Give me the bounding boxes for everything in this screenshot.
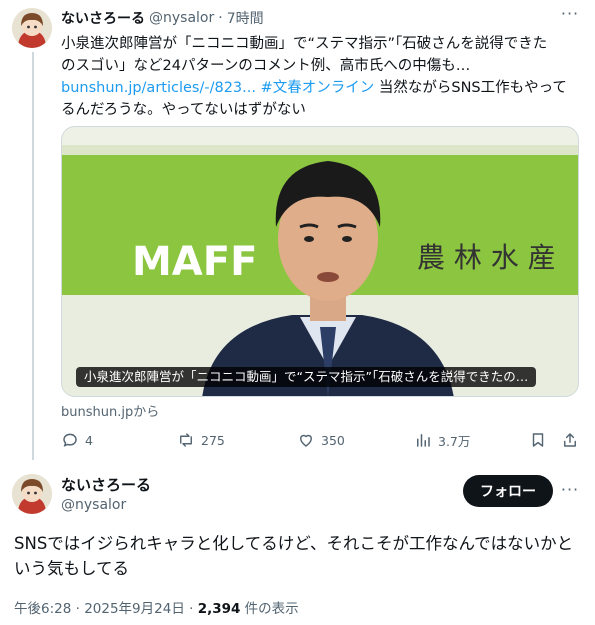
tweet-header: ないさろーる @nysalor · 7時間 xyxy=(61,8,264,28)
card-image: MAFF 農 林 水 産 xyxy=(62,127,578,396)
repost-count: 275 xyxy=(201,432,225,448)
hashtag-link[interactable]: #文春オンライン xyxy=(261,80,375,96)
avatar-image xyxy=(12,8,52,48)
user-handle[interactable]: @nysalor xyxy=(61,497,126,513)
reply-icon xyxy=(63,433,77,447)
view-count: 2,394 xyxy=(197,601,241,617)
follow-button[interactable]: フォロー xyxy=(463,475,553,507)
like-button[interactable]: 350 xyxy=(297,428,345,452)
card-caption: 小泉進次郎陣営が「ニコニコ動画」で“ステマ指示”「石破さんを説得できたの… xyxy=(76,367,537,387)
action-bar: 4 275 350 3.7万 xyxy=(61,428,581,452)
views-button[interactable]: 3.7万 xyxy=(414,428,470,452)
like-icon xyxy=(300,434,312,447)
share-icon xyxy=(564,433,576,447)
bookmark-button[interactable] xyxy=(529,428,553,452)
separator-dot: · xyxy=(218,10,223,26)
view-count-label: 件の表示 xyxy=(240,601,299,617)
tweet-text: 小泉進次郎陣営が「ニコニコ動画」で“ステマ指示”「石破さんを説得できた のスゴい」… xyxy=(61,33,581,121)
views-icon xyxy=(417,434,430,447)
thread-line xyxy=(32,52,34,460)
user-handle[interactable]: @nysalor xyxy=(149,10,214,26)
tweet-text-line: るんだろうな。やってないはずがない xyxy=(61,102,306,118)
display-name[interactable]: ないさろーる xyxy=(61,474,151,495)
link-card[interactable]: MAFF 農 林 水 産 小泉進次郎陣営が「ニコニコ動画」で“ステマ指示”「石破… xyxy=(61,126,579,397)
post-time[interactable]: 7時間 xyxy=(227,8,264,28)
card-sign-kanji: 農 林 水 産 xyxy=(417,241,556,274)
more-icon[interactable]: ··· xyxy=(558,482,582,502)
repost-button[interactable]: 275 xyxy=(177,428,225,452)
tweet-text-line: 当然ながらSNS工作もやって xyxy=(374,80,567,96)
views-count: 3.7万 xyxy=(438,433,471,449)
avatar-image xyxy=(12,474,52,514)
card-source[interactable]: bunshun.jpから xyxy=(61,401,159,420)
more-icon[interactable]: ··· xyxy=(558,6,582,26)
avatar[interactable] xyxy=(12,8,52,48)
post-timestamp[interactable]: 午後6:28 · 2025年9月24日 · xyxy=(14,601,198,617)
tweet-text-line: 小泉進次郎陣営が「ニコニコ動画」で“ステマ指示”「石破さんを説得できた xyxy=(61,36,548,52)
card-sign-latin: MAFF xyxy=(132,239,257,285)
like-count: 350 xyxy=(321,432,345,448)
tweet-text-line: のスゴい」など24パターンのコメント例、高市氏への中傷も… xyxy=(61,58,471,74)
repost-icon xyxy=(180,433,192,447)
reply-button[interactable]: 4 xyxy=(61,428,93,452)
share-button[interactable] xyxy=(561,428,585,452)
article-link[interactable]: bunshun.jp/articles/-/823... xyxy=(61,80,256,96)
reply-count: 4 xyxy=(85,432,93,448)
bookmark-icon xyxy=(532,433,544,447)
display-name[interactable]: ないさろーる xyxy=(61,8,145,28)
post-meta: 午後6:28 · 2025年9月24日 · 2,394 件の表示 xyxy=(14,597,299,617)
avatar[interactable] xyxy=(12,474,52,514)
tweet-text: SNSではイジられキャラと化してるけど、それこそが工作なんではないかという気もし… xyxy=(14,534,574,578)
